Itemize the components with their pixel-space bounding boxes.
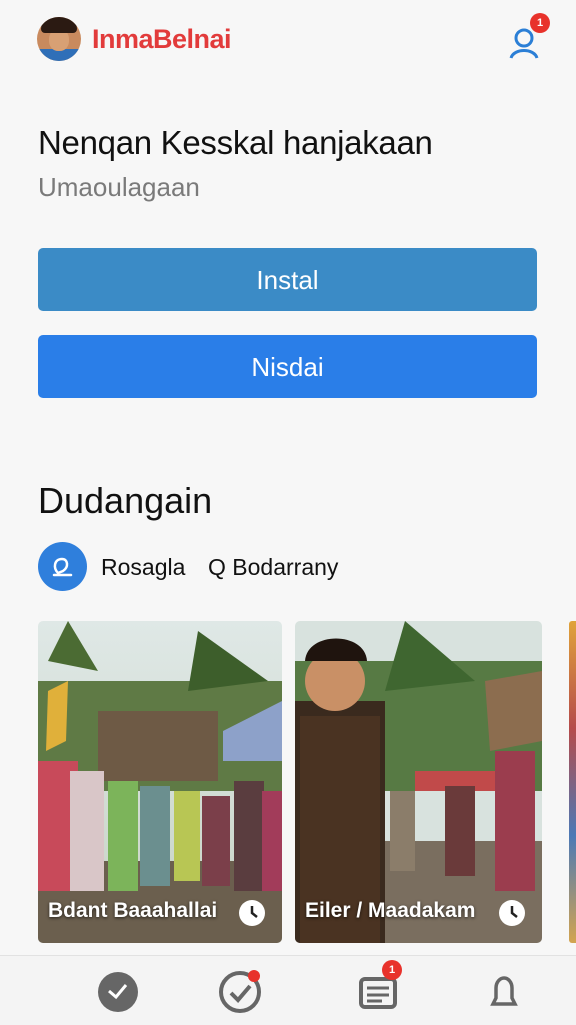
- bottom-nav: 1: [0, 955, 576, 1025]
- clock-icon: [499, 900, 525, 926]
- section-title: Dudangain: [38, 480, 213, 521]
- secondary-button[interactable]: Nisdai: [38, 335, 537, 398]
- install-button[interactable]: Instal: [38, 248, 537, 311]
- bell-icon: [490, 976, 518, 1006]
- event-card[interactable]: Bdant Baaahallai: [38, 621, 282, 943]
- event-card[interactable]: Eiler / Maadakam: [295, 621, 542, 943]
- avatar[interactable]: [37, 17, 81, 61]
- card-photo: [295, 621, 542, 943]
- location-pin-icon: [38, 542, 87, 591]
- page-title: Nenqan Kesskal hanjakaan: [38, 124, 433, 161]
- check-icon: [219, 970, 261, 1013]
- clock-icon: [239, 900, 265, 926]
- home-icon: [98, 972, 138, 1012]
- nav-inbox[interactable]: 1: [352, 960, 404, 1018]
- nav-activity[interactable]: [214, 966, 266, 1018]
- nav-badge: 1: [382, 960, 402, 980]
- card-caption: Bdant Baaahallai: [48, 899, 218, 922]
- event-card-partial[interactable]: [569, 621, 576, 943]
- card-photo: [38, 621, 282, 943]
- location-secondary: Q Bodarrany: [208, 554, 339, 580]
- location-row[interactable]: Rosagla Q Bodarrany: [38, 542, 538, 592]
- app-brand: InmaBelnai: [92, 24, 232, 54]
- location-primary: Rosagla: [101, 554, 186, 580]
- page-subtitle: Umaoulagaan: [38, 172, 200, 202]
- account-button[interactable]: 1: [506, 13, 550, 62]
- card-caption: Eiler / Maadakam: [305, 899, 476, 922]
- nav-home[interactable]: [92, 966, 144, 1018]
- notification-badge: 1: [530, 13, 550, 33]
- top-bar: InmaBelnai 1: [0, 0, 576, 80]
- nav-notifications[interactable]: [478, 966, 530, 1018]
